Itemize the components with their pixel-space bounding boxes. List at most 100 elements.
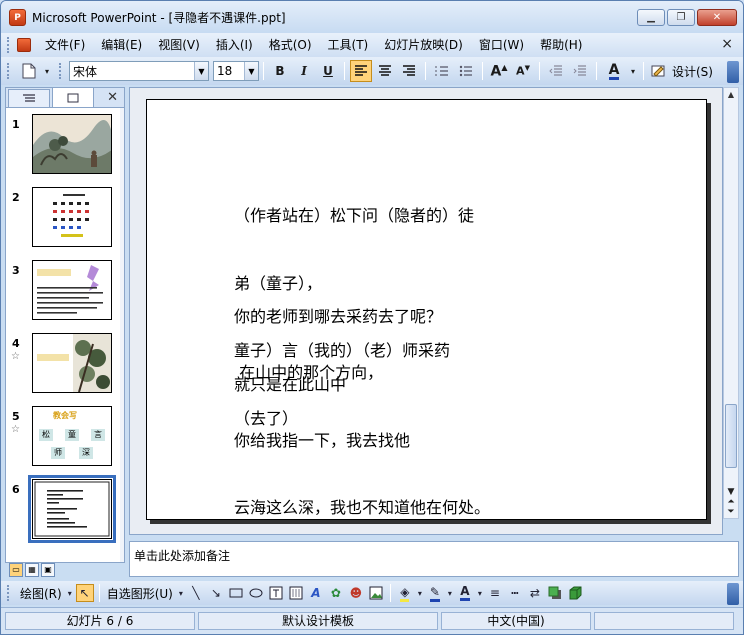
slide-thumbnail[interactable] xyxy=(32,260,112,320)
maximize-button[interactable]: ❐ xyxy=(667,9,695,26)
font-color-dropdown[interactable]: ▾ xyxy=(628,60,638,82)
previous-slide-icon[interactable]: ⏶ xyxy=(723,497,739,507)
slide-thumbnail-row-selected[interactable]: 6 xyxy=(6,475,124,543)
status-design-template[interactable]: 默认设计模板 xyxy=(198,612,438,630)
underline-button[interactable]: U xyxy=(317,60,339,82)
align-right-button[interactable] xyxy=(398,60,420,82)
draw-font-color-button[interactable]: A xyxy=(456,584,474,602)
scrollbar-thumb[interactable] xyxy=(725,404,737,468)
line-color-dropdown[interactable]: ▾ xyxy=(446,584,454,602)
draw-font-color-dropdown[interactable]: ▾ xyxy=(476,584,484,602)
arrow-style-button[interactable]: ⇄ xyxy=(526,584,544,602)
menu-grip[interactable] xyxy=(7,37,11,53)
chevron-down-icon[interactable]: ▼ xyxy=(194,62,208,80)
normal-view-button[interactable]: ▭ xyxy=(9,563,23,577)
autoshapes-dropdown[interactable]: ▾ xyxy=(177,584,185,602)
increase-font-button[interactable]: A▲ xyxy=(488,60,510,82)
align-left-button[interactable] xyxy=(350,60,372,82)
rectangle-tool-button[interactable] xyxy=(227,584,245,602)
toolbar-options-button[interactable]: ▾ xyxy=(42,60,52,82)
vertical-textbox-button[interactable] xyxy=(287,584,305,602)
menu-help[interactable]: 帮助(H) xyxy=(532,34,590,56)
clipart-button[interactable]: ☻ xyxy=(347,584,365,602)
design-button[interactable]: 设计(S) xyxy=(668,63,717,80)
slide-thumbnail[interactable] xyxy=(32,114,112,174)
drawbar-overflow-button[interactable] xyxy=(727,583,739,605)
menu-window[interactable]: 窗口(W) xyxy=(471,34,532,56)
notes-pane[interactable]: 单击此处添加备注 xyxy=(129,541,739,577)
draw-menu-button[interactable]: 绘图(R) xyxy=(17,585,65,602)
tab-slides[interactable] xyxy=(52,87,94,107)
menu-insert[interactable]: 插入(I) xyxy=(208,34,261,56)
decrease-font-button[interactable]: A▼ xyxy=(512,60,534,82)
fill-color-dropdown[interactable]: ▾ xyxy=(416,584,424,602)
notes-placeholder[interactable]: 单击此处添加备注 xyxy=(134,547,230,564)
slide-thumbnail[interactable] xyxy=(32,187,112,247)
next-slide-icon[interactable]: ⏷ xyxy=(723,507,739,517)
select-objects-button[interactable]: ↖ xyxy=(75,584,94,602)
diagram-button[interactable]: ✿ xyxy=(327,584,345,602)
shadow-style-button[interactable] xyxy=(546,584,564,602)
font-name-combo[interactable]: 宋体 ▼ xyxy=(69,61,209,81)
textbox-tool-button[interactable] xyxy=(267,584,285,602)
minimize-button[interactable]: ▁ xyxy=(637,9,665,26)
slide-thumbnail-selected[interactable] xyxy=(28,475,116,543)
toolbar-overflow-button[interactable] xyxy=(727,61,739,83)
menu-tools[interactable]: 工具(T) xyxy=(320,34,377,56)
menu-slideshow[interactable]: 幻灯片放映(D) xyxy=(376,34,471,56)
drawbar-grip[interactable] xyxy=(7,585,11,601)
slide-thumbnail-row[interactable]: 2 xyxy=(6,187,124,251)
scroll-up-icon[interactable]: ▲ xyxy=(724,88,738,102)
italic-button[interactable]: I xyxy=(293,60,315,82)
document-icon[interactable] xyxy=(17,38,31,52)
font-color-button[interactable]: A xyxy=(602,60,626,82)
slide-thumbnail-row[interactable]: 1 xyxy=(6,114,124,178)
bold-button[interactable]: B xyxy=(269,60,291,82)
slide-text-paragraph-3[interactable]: 在山中的那个方向， 你给我指一下，我去找他 云海这么深，我也不知道他在何处。 xyxy=(234,317,490,565)
fill-color-button[interactable]: ◈ xyxy=(396,584,414,602)
slide-thumbnail-row[interactable]: 5 ☆ 教会写 松 童 言 师 深 xyxy=(6,406,124,470)
dash-style-button[interactable]: ┅ xyxy=(506,584,524,602)
arrow-tool-button[interactable]: ↘ xyxy=(207,584,225,602)
menu-format[interactable]: 格式(O) xyxy=(261,34,320,56)
decrease-indent-button[interactable] xyxy=(545,60,567,82)
slide-thumbnail[interactable] xyxy=(32,333,112,393)
toolbar-grip-2[interactable] xyxy=(59,63,63,79)
slide-vertical-scrollbar[interactable]: ▲ xyxy=(723,87,739,519)
toolbar-grip[interactable] xyxy=(7,63,11,79)
menu-file[interactable]: 文件(F) xyxy=(37,34,93,56)
line-color-button[interactable]: ✎ xyxy=(426,584,444,602)
document-close-button[interactable]: × xyxy=(721,36,733,52)
wordart-button[interactable]: A xyxy=(307,584,325,602)
insert-picture-button[interactable] xyxy=(367,584,385,602)
menu-view[interactable]: 视图(V) xyxy=(150,34,208,56)
chevron-down-icon[interactable]: ▼ xyxy=(244,62,258,80)
slide-thumbnail-row[interactable]: 4 ☆ xyxy=(6,333,124,397)
line-tool-button[interactable]: ╲ xyxy=(187,584,205,602)
oval-tool-button[interactable] xyxy=(247,584,265,602)
close-window-button[interactable]: ✕ xyxy=(697,9,737,26)
autoshapes-button[interactable]: 自选图形(U) xyxy=(104,585,176,602)
font-size-combo[interactable]: 18 ▼ xyxy=(213,61,259,81)
increase-indent-button[interactable] xyxy=(569,60,591,82)
slide-sorter-button[interactable]: ▦ xyxy=(25,563,39,577)
tab-outline[interactable] xyxy=(8,89,50,107)
align-center-button[interactable] xyxy=(374,60,396,82)
current-slide[interactable]: （作者站在）松下问（隐者的）徒 弟（童子）， 童子）言（我的）（老）师采药 （去… xyxy=(146,99,707,520)
design-button-icon-wrap[interactable] xyxy=(649,60,667,82)
slide-text-line: 你给我指一下，我去找他 xyxy=(234,430,411,450)
powerpoint-app-icon[interactable]: P xyxy=(9,8,26,26)
slide-thumbnail-row[interactable]: 3 xyxy=(6,260,124,324)
pane-scrollbar[interactable] xyxy=(120,108,124,562)
menu-edit[interactable]: 编辑(E) xyxy=(93,34,150,56)
slideshow-button[interactable]: ▣ xyxy=(41,563,55,577)
pane-close-button[interactable]: ✕ xyxy=(107,90,118,105)
line-style-button[interactable]: ≡ xyxy=(486,584,504,602)
numbering-button[interactable] xyxy=(431,60,453,82)
slide-thumbnail[interactable]: 教会写 松 童 言 师 深 xyxy=(32,406,112,466)
bullets-button[interactable] xyxy=(455,60,477,82)
new-document-button[interactable] xyxy=(18,60,40,82)
draw-menu-dropdown[interactable]: ▾ xyxy=(66,584,74,602)
3d-style-button[interactable] xyxy=(566,584,584,602)
scroll-down-icon[interactable]: ▼ xyxy=(723,487,739,497)
